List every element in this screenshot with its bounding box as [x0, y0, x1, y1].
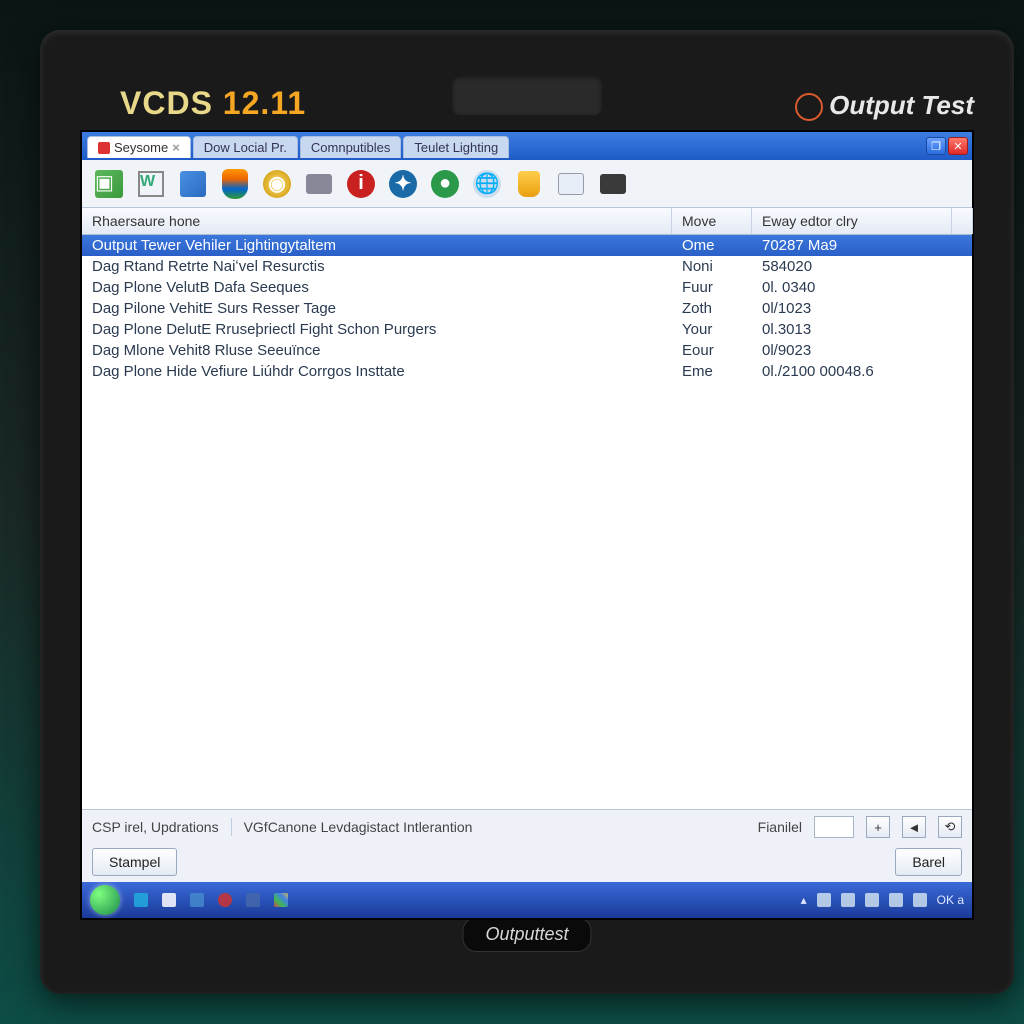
- stampel-button[interactable]: Stampel: [92, 848, 177, 876]
- toolbar: ▣ W ◉ i ✦ ● 🌐: [82, 160, 972, 208]
- cell-editor: 0l/9023: [762, 342, 962, 359]
- cell-move: Noni: [682, 258, 762, 275]
- status-right-label: Fianilel: [758, 819, 802, 835]
- task-user-icon[interactable]: [190, 893, 204, 907]
- document-icon[interactable]: W: [134, 167, 168, 201]
- cell-editor: 70287 Ma9: [762, 237, 962, 254]
- prev-button[interactable]: ◄: [902, 816, 926, 838]
- cell-move: Zoth: [682, 300, 762, 317]
- value-field[interactable]: [814, 816, 854, 838]
- cell-name: Dag Plone DelutE Rruseþriectl Fight Scho…: [92, 321, 682, 338]
- shield-icon[interactable]: [218, 167, 252, 201]
- cell-move: Fuur: [682, 279, 762, 296]
- refresh-button[interactable]: ⟲: [938, 816, 962, 838]
- bezel-right-label: Output Test: [795, 90, 974, 121]
- cell-move: Ome: [682, 237, 762, 254]
- tray-chat-icon[interactable]: [817, 893, 831, 907]
- cell-name: Dag Pilone VehitE Surs Resser Tage: [92, 300, 682, 317]
- cell-move: Eme: [682, 363, 762, 380]
- app-icon[interactable]: ▣: [92, 167, 126, 201]
- world-icon[interactable]: 🌐: [470, 167, 504, 201]
- cell-move: Eour: [682, 342, 762, 359]
- bezel-bottom-label: Outputtest: [462, 917, 591, 952]
- tab-label: Dow Locial Pr.: [204, 140, 287, 155]
- info-red-icon[interactable]: i: [344, 167, 378, 201]
- plus-button[interactable]: +: [866, 816, 890, 838]
- list-item[interactable]: Dag Pilone VehitE Surs Resser Tage Zoth …: [82, 298, 972, 319]
- cell-move: Your: [682, 321, 762, 338]
- cell-editor: 0l.3013: [762, 321, 962, 338]
- window-controls: ❐ ✕: [926, 137, 968, 155]
- status-left1: CSP irel, Updrations: [92, 819, 219, 835]
- cell-name: Dag Mlone Vehit8 Rluse Seeuïnce: [92, 342, 682, 359]
- start-button[interactable]: [90, 885, 120, 915]
- system-tray: ▴ OK a: [801, 893, 964, 907]
- brand-label: VCDS 12.11: [120, 85, 306, 122]
- status-left2: VGfCanone Levdagistact Intlerantion: [244, 819, 473, 835]
- export-icon[interactable]: [176, 167, 210, 201]
- tab-label: Seysome: [114, 140, 168, 155]
- device-bezel: Routlight1 VCDS 12.11 Output Test Output…: [40, 30, 1014, 994]
- task-ie-icon[interactable]: [134, 893, 148, 907]
- cell-name: Dag Rtand Retrte Naiʻvel Resurctis: [92, 258, 682, 275]
- col-editor[interactable]: Eway edtor clry: [752, 208, 952, 234]
- briefcase-icon[interactable]: [596, 167, 630, 201]
- screen: Seysome × Dow Locial Pr. Comnputibles Te…: [80, 130, 974, 920]
- bottom-panel: CSP irel, Updrations VGfCanone Levdagist…: [82, 809, 972, 882]
- globe-green-icon[interactable]: ●: [428, 167, 462, 201]
- col-name[interactable]: Rhaersaure hone: [82, 208, 672, 234]
- cell-editor: 0l./2100 00048.6: [762, 363, 962, 380]
- list-item[interactable]: Dag Plone VelutB Dafa Seeques Fuur 0l. 0…: [82, 277, 972, 298]
- task-apple-icon[interactable]: [218, 893, 232, 907]
- bezel-latch: [452, 75, 602, 115]
- titlebar: Seysome × Dow Locial Pr. Comnputibles Te…: [82, 132, 972, 160]
- cell-editor: 0l/1023: [762, 300, 962, 317]
- list-item[interactable]: Output Tewer Vehiler Lightingytaltem Ome…: [82, 235, 972, 256]
- tab-seysome[interactable]: Seysome ×: [87, 136, 191, 158]
- compass-icon[interactable]: ✦: [386, 167, 420, 201]
- tray-arrow-icon[interactable]: ▴: [801, 893, 807, 907]
- tray-wifi-icon[interactable]: [913, 893, 927, 907]
- col-spacer: [952, 208, 973, 234]
- cell-editor: 0l. 0340: [762, 279, 962, 296]
- tray-battery-icon[interactable]: [889, 893, 903, 907]
- tray-flag-icon[interactable]: [865, 893, 879, 907]
- task-notes-icon[interactable]: [246, 893, 260, 907]
- tab-dow-local[interactable]: Dow Locial Pr.: [193, 136, 298, 158]
- list-item[interactable]: Dag Plone DelutE Rruseþriectl Fight Scho…: [82, 319, 972, 340]
- security-icon[interactable]: [512, 167, 546, 201]
- col-move[interactable]: Move: [672, 208, 752, 234]
- list-item[interactable]: Dag Rtand Retrte Naiʻvel Resurctis Noni …: [82, 256, 972, 277]
- cell-name: Dag Plone VelutB Dafa Seeques: [92, 279, 682, 296]
- tray-time[interactable]: OK a: [937, 893, 964, 907]
- barel-button[interactable]: Barel: [895, 848, 962, 876]
- cell-name: Output Tewer Vehiler Lightingytaltem: [92, 237, 682, 254]
- list-body[interactable]: Output Tewer Vehiler Lightingytaltem Ome…: [82, 235, 972, 809]
- tab-close-icon[interactable]: ×: [172, 140, 180, 155]
- task-house-icon[interactable]: [162, 893, 176, 907]
- drive-icon[interactable]: [302, 167, 336, 201]
- youtube-icon: [98, 142, 110, 154]
- globe-gold-icon[interactable]: ◉: [260, 167, 294, 201]
- taskbar[interactable]: ▴ OK a: [82, 882, 972, 918]
- list-item[interactable]: Dag Mlone Vehit8 Rluse Seeuïnce Eour 0l/…: [82, 340, 972, 361]
- brand-logo-icon: [795, 93, 823, 121]
- tab-label: Teulet Lighting: [414, 140, 498, 155]
- cell-editor: 584020: [762, 258, 962, 275]
- person-card-icon[interactable]: [554, 167, 588, 201]
- tab-label: Comnputibles: [311, 140, 391, 155]
- list-item[interactable]: Dag Plone Hide Vefiure Liúhdr Corrgos In…: [82, 361, 972, 382]
- cell-name: Dag Plone Hide Vefiure Liúhdr Corrgos In…: [92, 363, 682, 380]
- restore-button[interactable]: ❐: [926, 137, 946, 155]
- task-grid-icon[interactable]: [274, 893, 288, 907]
- close-button[interactable]: ✕: [948, 137, 968, 155]
- column-headers: Rhaersaure hone Move Eway edtor clry: [82, 208, 972, 235]
- tray-shield-icon[interactable]: [841, 893, 855, 907]
- tab-compatibles[interactable]: Comnputibles: [300, 136, 402, 158]
- tab-teulet-lighting[interactable]: Teulet Lighting: [403, 136, 509, 158]
